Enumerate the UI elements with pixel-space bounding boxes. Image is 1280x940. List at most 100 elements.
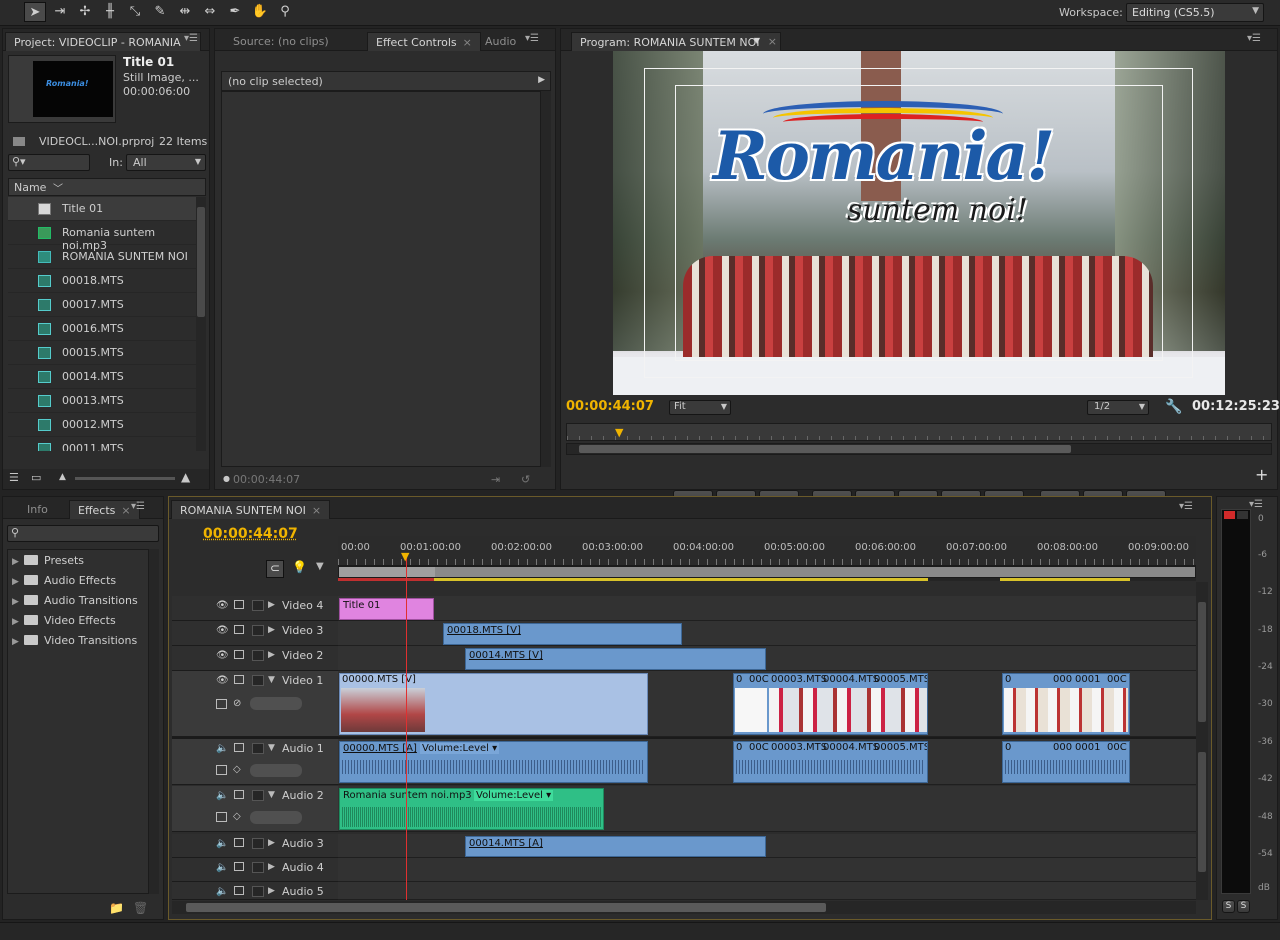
- slide-tool-icon[interactable]: ⇔: [199, 2, 221, 22]
- clip-video1-00000[interactable]: 00000.MTS [V]: [339, 673, 648, 735]
- list-item[interactable]: 00018.MTS: [8, 269, 196, 293]
- program-time-ruler[interactable]: ▼: [566, 423, 1272, 441]
- list-item[interactable]: 00016.MTS: [8, 317, 196, 341]
- volume-level-dropdown[interactable]: Volume:Level ▾: [420, 743, 500, 754]
- expand-arrow-icon[interactable]: ▶: [538, 75, 545, 85]
- new-bin-icon[interactable]: 📁: [109, 901, 124, 915]
- tab-effects[interactable]: Effects ×: [69, 500, 140, 519]
- track-header-audio1[interactable]: 🔈 ▼ Audio 1 ◇: [172, 739, 338, 785]
- project-search-input[interactable]: ⚲▾: [8, 154, 90, 171]
- tab-project[interactable]: Project: VIDEOCLIP - ROMANIA: [5, 32, 201, 51]
- solo-left-button[interactable]: S: [1222, 900, 1235, 913]
- tab-source[interactable]: Source: (no clips): [225, 32, 337, 51]
- list-item[interactable]: 00017.MTS: [8, 293, 196, 317]
- chevron-down-icon[interactable]: ▼: [754, 36, 760, 45]
- track-header-audio2[interactable]: 🔈 ▼ Audio 2 ◇: [172, 786, 338, 832]
- solo-right-button[interactable]: S: [1237, 900, 1250, 913]
- expand-triangle-icon[interactable]: ▶: [268, 838, 275, 848]
- track-lock-icon[interactable]: [252, 650, 264, 661]
- panel-menu-icon[interactable]: ▾☰: [1179, 501, 1193, 512]
- clip-audio1-00000[interactable]: 00000.MTS [A] Volume:Level ▾: [339, 741, 648, 783]
- list-item[interactable]: 00012.MTS: [8, 413, 196, 437]
- expand-triangle-icon[interactable]: ▶: [12, 557, 22, 567]
- track-lock-icon[interactable]: [252, 790, 264, 801]
- display-style-icon[interactable]: [216, 699, 227, 709]
- speaker-icon[interactable]: 🔈: [216, 790, 228, 801]
- expand-triangle-icon[interactable]: ▶: [268, 650, 275, 660]
- tab-effect-controls[interactable]: Effect Controls ×: [367, 32, 481, 51]
- toggle-output-icon[interactable]: [234, 675, 244, 684]
- close-icon[interactable]: ×: [463, 36, 472, 49]
- list-view-icon[interactable]: ☰: [9, 471, 19, 484]
- playhead-line[interactable]: [406, 556, 407, 900]
- tab-sequence[interactable]: ROMANIA SUNTEM NOI ×: [171, 500, 331, 519]
- slip-tool-icon[interactable]: ⇹: [174, 2, 196, 22]
- track-header-audio5[interactable]: 🔈 ▶ Audio 5: [172, 882, 338, 900]
- track-lock-icon[interactable]: [252, 838, 264, 849]
- keyframe-icon[interactable]: ◇: [233, 811, 241, 822]
- timeline-horizontal-scrollbar[interactable]: [172, 901, 1196, 914]
- icon-view-icon[interactable]: ▭: [31, 471, 41, 484]
- track-select-tool-icon[interactable]: ⇥: [49, 2, 71, 22]
- speaker-icon[interactable]: 🔈: [216, 743, 228, 754]
- track-header-audio3[interactable]: 🔈 ▶ Audio 3: [172, 834, 338, 858]
- keyframe-icon[interactable]: ◇: [233, 764, 241, 775]
- keyframe-nav[interactable]: [250, 811, 302, 824]
- panel-menu-icon[interactable]: ▾☰: [1247, 33, 1261, 44]
- zoom-in-icon[interactable]: ▲: [181, 470, 190, 484]
- toggle-output-icon[interactable]: [234, 862, 244, 871]
- list-item[interactable]: 00013.MTS: [8, 389, 196, 413]
- work-area-bar[interactable]: [338, 566, 1196, 578]
- clip-title-01[interactable]: Title 01: [339, 598, 434, 620]
- list-item[interactable]: Romania suntem noi.mp3: [8, 221, 196, 252]
- expand-triangle-icon[interactable]: ▶: [12, 577, 22, 587]
- delete-icon[interactable]: 🗑: [133, 901, 148, 915]
- keyframe-nav[interactable]: [250, 764, 302, 777]
- toggle-output-icon[interactable]: [234, 886, 244, 895]
- folder-audio-effects[interactable]: ▶ Audio Effects: [12, 574, 116, 592]
- timeline-vertical-scrollbar[interactable]: [1196, 582, 1208, 900]
- marker-lightbulb-icon[interactable]: 💡: [292, 560, 307, 574]
- list-item[interactable]: 00015.MTS: [8, 341, 196, 365]
- clip-video1-group-b[interactable]: 0 00C 00003.MTS 00004.MTS 00005.MTS: [733, 673, 928, 735]
- clip-audio3-00014[interactable]: 00014.MTS [A]: [465, 836, 766, 857]
- list-item[interactable]: Title 01: [8, 197, 196, 221]
- close-icon[interactable]: ×: [312, 504, 321, 517]
- clip-video1-group-c[interactable]: 0 000 0001 00C: [1002, 673, 1130, 735]
- eye-icon[interactable]: 👁: [216, 600, 229, 611]
- display-style-icon[interactable]: [216, 812, 227, 822]
- volume-level-dropdown[interactable]: Volume:Level ▾: [474, 790, 554, 801]
- clip-video2-00014[interactable]: 00014.MTS [V]: [465, 648, 766, 670]
- display-style-icon[interactable]: [216, 765, 227, 775]
- name-column-header[interactable]: Name ﹀: [8, 178, 206, 196]
- snap-icon[interactable]: ⊂: [266, 560, 284, 578]
- list-item[interactable]: 00011.MTS: [8, 437, 196, 451]
- track-lock-icon[interactable]: [252, 625, 264, 636]
- track-lock-icon[interactable]: [252, 886, 264, 897]
- ripple-edit-tool-icon[interactable]: ✢: [74, 2, 96, 22]
- track-lane-video4[interactable]: [338, 596, 1196, 621]
- track-lock-icon[interactable]: [252, 675, 264, 686]
- tab-info[interactable]: Info: [19, 500, 56, 519]
- close-icon[interactable]: ×: [121, 504, 130, 517]
- collapse-triangle-icon[interactable]: ▼: [268, 675, 275, 685]
- razor-tool-icon[interactable]: ✎: [149, 2, 171, 22]
- clip-video3-00018[interactable]: 00018.MTS [V]: [443, 623, 682, 645]
- toggle-output-icon[interactable]: [234, 838, 244, 847]
- track-header-audio4[interactable]: 🔈 ▶ Audio 4: [172, 858, 338, 882]
- folder-audio-transitions[interactable]: ▶ Audio Transitions: [12, 594, 138, 612]
- toggle-output-icon[interactable]: [234, 790, 244, 799]
- eye-icon[interactable]: 👁: [216, 650, 229, 661]
- keyframe-icon[interactable]: ⊘: [233, 698, 241, 709]
- playhead-marker-icon[interactable]: ▼: [401, 550, 409, 563]
- expand-triangle-icon[interactable]: ▶: [268, 625, 275, 635]
- panel-menu-icon[interactable]: ▾☰: [525, 33, 539, 44]
- tab-program[interactable]: Program: ROMANIA SUNTEM NOI ▼ ×: [571, 32, 781, 51]
- toggle-output-icon[interactable]: [234, 625, 244, 634]
- program-zoom-scrollbar[interactable]: [566, 443, 1272, 455]
- clip-audio1-group-c[interactable]: 0 000 0001 00C: [1002, 741, 1130, 783]
- folder-presets[interactable]: ▶ Presets: [12, 554, 84, 572]
- thumbnail-size-slider[interactable]: [75, 477, 175, 480]
- timeline-timecode[interactable]: 00:00:44:07: [203, 526, 298, 542]
- eye-icon[interactable]: 👁: [216, 625, 229, 636]
